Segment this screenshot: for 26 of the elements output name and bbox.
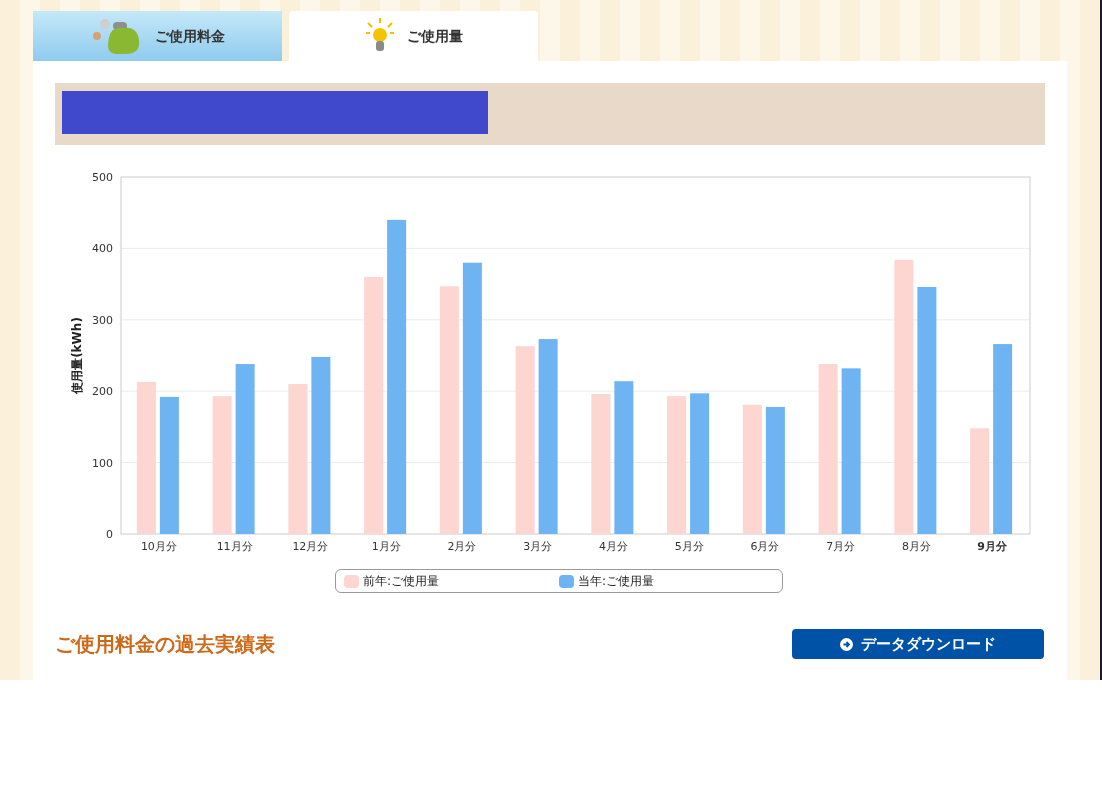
download-button[interactable]: データダウンロード — [792, 629, 1044, 659]
x-tick-label: 10月分 — [140, 540, 177, 553]
x-tick-label: 2月分 — [447, 540, 477, 553]
y-tick-label: 300 — [92, 313, 113, 327]
y-tick-label: 0 — [106, 528, 113, 541]
y-tick-label: 400 — [92, 242, 113, 256]
x-tick-label: 6月分 — [750, 540, 780, 553]
x-tick-label: 3月分 — [523, 540, 553, 553]
x-tick-label: 12月分 — [292, 540, 329, 553]
x-tick-label: 1月分 — [371, 540, 401, 553]
x-tick-label: 7月分 — [826, 540, 856, 553]
arrow-circle-icon — [840, 637, 853, 651]
y-tick-label: 200 — [92, 385, 113, 399]
y-tick-label: 100 — [92, 456, 113, 470]
tab[interactable]: ご使用料金 — [33, 11, 282, 61]
x-tick-label: 5月分 — [674, 540, 704, 553]
legend-label: 前年:ご使用量 — [363, 573, 440, 590]
x-tick-label: 4月分 — [598, 540, 628, 553]
tab[interactable]: ご使用量 — [289, 11, 538, 61]
legend-label: 当年:ご使用量 — [578, 573, 655, 590]
section-heading: ご使用料金の過去実績表 — [55, 631, 275, 658]
y-tick-label: 500 — [92, 171, 113, 184]
x-tick-label: 8月分 — [901, 540, 931, 553]
x-tick-label: 11月分 — [216, 540, 253, 553]
x-tick-label: 9月分 — [977, 540, 1007, 553]
y-axis-title: 使用量(kWh) — [70, 317, 84, 394]
